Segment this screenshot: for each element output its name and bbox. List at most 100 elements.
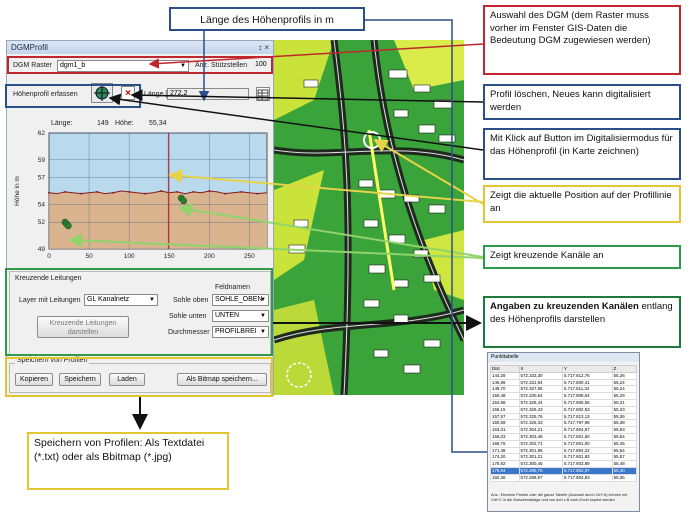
table-cell: 5.717.801,83 [561,453,613,462]
table-cell: 163,31 [490,426,520,434]
profile-point [128,190,131,193]
dgm-highlight-frame [7,56,273,74]
table-row[interactable]: 160,59 572.326,33 5.717.797,98 55,38 [490,419,638,428]
table-cell: 179,64 [490,466,520,475]
table-cell: 572.326,43 [518,405,563,414]
table-row[interactable]: 171,48 572.301,96 5.717.804,22 55,54 [490,446,638,455]
y-tick-label: 62 [38,130,46,137]
x-tick-label: 100 [124,253,135,260]
table-cell: 174,20 [490,453,520,462]
laenge-field: 272,2 [167,88,249,100]
table-cell: 5.717.802,07 [561,466,613,475]
profile-point [64,190,67,193]
table-row[interactable]: 144,28 572.333,30 5.717.812,76 55,26 [490,371,638,380]
profile-point [96,190,99,193]
table-cell: 55,24 [611,385,638,394]
auswahl-callout: Auswahl des DGM (dem Raster muss vorher … [483,5,681,75]
table-cell: 572.331,94 [518,378,563,387]
table-row[interactable]: 157,57 572.325,76 5.717.813,13 55,36 [490,412,638,421]
map-view[interactable] [274,40,464,395]
y-tick-label: 49 [38,246,46,253]
table-cell: 5.717.801,60 [561,432,613,441]
table-cell: 55,36 [611,473,638,482]
table-cell: 5.717.800,41 [561,378,613,387]
y-axis-label: Höhe in m [14,176,21,206]
table-cell: 146,96 [490,378,520,387]
table-cell: 55,24 [611,378,638,387]
table-cell: 5.717.803,89 [561,460,613,468]
crossing-channel-point [180,197,188,205]
table-cell: 160,59 [490,419,520,428]
erfassen-highlight-frame [5,84,141,108]
table-cell: 5.717.801,00 [561,439,613,448]
table-row[interactable]: 149,70 572.327,85 5.717.811,34 55,24 [490,385,638,394]
table-row[interactable]: 146,96 572.331,94 5.717.800,41 55,24 [490,378,638,387]
table-row[interactable]: 179,64 572.299,70 5.717.802,07 55,40 [490,466,638,475]
y-tick-label: 57 [38,175,46,182]
panel-titlebar: DGMProfil ↕ × [7,41,273,54]
table-cell: 572.304,21 [518,426,563,434]
profile-point [224,192,227,195]
panel-title: DGMProfil [11,43,48,52]
table-cell: 154,98 [490,398,520,407]
table-row[interactable]: 174,20 572.301,21 5.717.801,83 55,57 [490,453,638,462]
table-cell: 55,33 [611,405,638,414]
table-icon [257,89,269,101]
table-cell: 572.301,96 [518,446,563,455]
x-tick-label: 200 [204,253,215,260]
table-cell: 5.717.797,98 [561,419,613,428]
table-row[interactable]: 166,03 572.303,48 5.717.801,60 55,54 [490,432,638,441]
table-row[interactable]: 154,98 572.328,44 5.717.806,56 55,31 [490,398,638,407]
table-row[interactable]: 182,36 572.298,97 5.717.804,83 55,36 [490,473,638,482]
table-header-cell[interactable]: Z [611,365,638,373]
loeschen-callout: Profil löschen, Neues kann digitalisiert… [483,84,681,120]
map-canvas [274,40,464,395]
table-cell: 55,40 [611,466,638,475]
punkttabelle-table: Dist X Y Z 144,28 572.333,30 5.717.812,76 55,2… [490,365,638,482]
table-view-button[interactable] [256,87,270,101]
table-cell: 572.327,85 [518,385,563,394]
table-cell: 168,76 [490,439,520,448]
profile-point [176,190,179,193]
table-cell: 572.333,30 [518,371,563,380]
table-row[interactable]: 163,31 572.304,21 5.717.804,57 55,53 [490,426,638,434]
table-cell: 572.298,97 [518,473,563,482]
table-cell: 572.302,71 [518,439,563,448]
table-cell: 182,36 [490,473,520,482]
titlebar-pin-close-icon[interactable]: ↕ × [258,41,269,54]
table-cell: 149,70 [490,385,520,394]
table-header-cell[interactable]: Y [561,365,613,373]
punkttabelle-window: Punkttabelle Dist X Y Z 144,28 572.333,30 5.7… [487,352,640,512]
speichern-highlight-frame [5,357,273,397]
table-row[interactable]: 155,15 572.326,43 5.717.802,53 55,33 [490,405,638,414]
position-callout: Zeigt die aktuelle Position auf der Prof… [483,185,681,223]
profile-point [112,191,115,194]
profile-point [192,190,195,193]
table-cell: 155,15 [490,405,520,414]
table-header-cell[interactable]: Dist [490,365,520,373]
y-tick-label: 59 [38,157,46,164]
x-tick-label: 150 [164,253,175,260]
kanaele-callout: Zeigt kreuzende Kanäle an [483,245,681,269]
readout-hoehe-value: 55,34 [149,120,167,127]
laenge-value: 272,2 [170,90,188,97]
x-tick-label: 0 [47,253,51,260]
table-cell: 55,54 [611,432,638,441]
table-row[interactable]: 176,92 572.300,45 5.717.803,89 55,48 [490,460,638,468]
table-cell: 55,53 [611,426,638,434]
table-cell: 572.326,33 [518,419,563,428]
kreuz-highlight-frame [5,268,273,356]
punkttabelle-titlebar: Punkttabelle [488,353,639,362]
table-row[interactable]: 150,48 572.330,64 5.717.808,64 55,29 [490,392,638,400]
table-cell: 55,45 [611,439,638,448]
table-cell: 55,36 [611,412,638,421]
height-profile-chart[interactable]: 0 50 100 150 200 250 49 52 54 57 59 62 Höhe in m [9,127,273,265]
table-header-cell[interactable]: X [518,365,563,373]
speichern-callout: Speichern von Profilen: Als Textdatei (*… [27,432,229,490]
punkttabelle-title: Punkttabelle [491,354,519,360]
table-cell: 55,54 [611,446,638,455]
readout-laenge-label: Länge: [51,120,73,127]
table-row[interactable]: 168,76 572.302,71 5.717.801,00 55,45 [490,439,638,448]
table-cell: 55,29 [611,392,638,400]
table-cell: 572.299,70 [518,466,563,475]
